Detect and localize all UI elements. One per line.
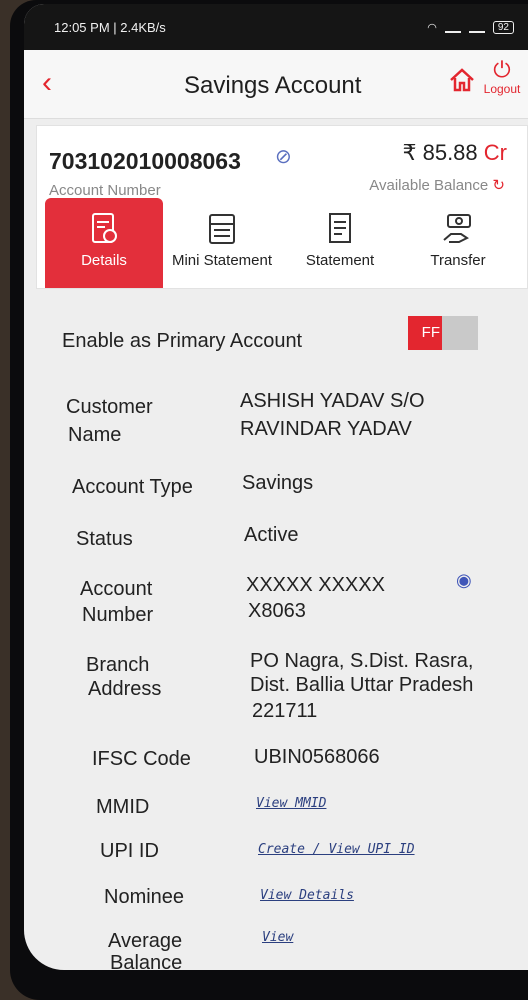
power-icon: ⏻ xyxy=(493,57,511,82)
average-balance-label-1: Average xyxy=(108,930,183,952)
status-value: Active xyxy=(244,524,299,546)
details-icon xyxy=(92,213,117,243)
primary-account-label: Enable as Primary Account xyxy=(62,330,303,352)
customer-name-label-2: Name xyxy=(68,424,122,446)
document-icon xyxy=(329,213,351,243)
upi-label: UPI ID xyxy=(100,840,159,862)
app-screen: 12:05 PM | 2.4KB/s ◠ 92 ‹ Savings Accoun… xyxy=(24,4,528,970)
customer-name-value-1: ASHISH YADAV S/O xyxy=(240,390,425,412)
account-number-masked-2: X8063 xyxy=(248,600,306,622)
app-header: ‹ Savings Account ⏻ Logout xyxy=(24,50,528,119)
account-number-row-label-1: Account xyxy=(80,578,153,600)
tab-mini-statement-label: Mini Statement xyxy=(171,252,273,269)
primary-account-toggle[interactable]: FF xyxy=(408,316,478,350)
nominee-label: Nominee xyxy=(104,886,185,908)
account-tabs: Details Mini Statement Statement Transfe… xyxy=(45,198,527,288)
home-icon[interactable] xyxy=(448,66,476,94)
balance-unit: Cr xyxy=(483,140,507,165)
account-type-value: Savings xyxy=(242,472,314,494)
customer-name-value-2: RAVINDAR YADAV xyxy=(240,418,412,440)
customer-name-label-1: Customer xyxy=(66,396,153,418)
money-hand-icon xyxy=(443,214,471,243)
branch-address-1: PO Nagra, S.Dist. Rasra, xyxy=(250,650,474,672)
branch-label-2: Address xyxy=(88,678,162,700)
phone-frame: 12:05 PM | 2.4KB/s ◠ 92 ‹ Savings Accoun… xyxy=(10,0,528,1000)
account-type-label: Account Type xyxy=(72,476,193,498)
create-view-upi-link[interactable]: Create / View UPI ID xyxy=(258,842,415,857)
account-card: 703102010008063 ⊘ Account Number ₹ 85.88… xyxy=(36,125,528,289)
branch-label-1: Branch xyxy=(86,654,150,676)
toggle-knob xyxy=(442,316,478,350)
toggle-off-label: FF xyxy=(408,316,442,350)
balance-label: Available Balance xyxy=(369,177,489,194)
branch-address-3: 221711 xyxy=(252,700,318,722)
signal-icon-2 xyxy=(468,21,485,33)
tab-transfer-label: Transfer xyxy=(430,252,486,269)
logout-button[interactable]: ⏻ Logout xyxy=(478,57,526,97)
status-label: Status xyxy=(76,528,133,550)
back-arrow-icon[interactable]: ‹ xyxy=(42,66,52,100)
view-mmid-link[interactable]: View MMID xyxy=(256,796,326,811)
eye-off-icon[interactable]: ⊘ xyxy=(275,144,292,169)
logout-label: Logout xyxy=(483,82,521,96)
calculator-icon xyxy=(209,214,235,244)
eye-icon[interactable]: ◉ xyxy=(456,570,472,591)
status-icons: ◠ 92 xyxy=(427,20,514,34)
balance-label-row: Available Balance ↻ xyxy=(369,176,505,194)
signal-icon xyxy=(444,21,461,33)
account-number-row-label-2: Number xyxy=(82,604,154,626)
tab-mini-statement[interactable]: Mini Statement xyxy=(163,198,281,288)
account-number: 703102010008063 xyxy=(49,148,241,174)
ifsc-label: IFSC Code xyxy=(92,748,191,770)
account-number-masked-1: XXXXX XXXXX xyxy=(246,574,385,596)
tab-transfer[interactable]: Transfer xyxy=(399,198,517,288)
status-time: 12:05 PM | 2.4KB/s xyxy=(54,19,166,35)
battery-icon: 92 xyxy=(492,20,514,34)
average-balance-label-2: Balance xyxy=(110,952,183,970)
available-balance: ₹ 85.88 Cr xyxy=(402,140,507,166)
tab-details[interactable]: Details xyxy=(45,198,163,288)
refresh-icon[interactable]: ↻ xyxy=(492,177,505,194)
ifsc-value: UBIN0568066 xyxy=(254,746,380,768)
wifi-icon: ◠ xyxy=(427,21,437,34)
status-bar: 12:05 PM | 2.4KB/s ◠ 92 xyxy=(24,4,528,50)
tab-details-label: Details xyxy=(81,252,127,269)
view-average-balance-link[interactable]: View xyxy=(262,930,293,945)
page-title: Savings Account xyxy=(184,72,362,99)
view-nominee-link[interactable]: View Details xyxy=(260,888,354,903)
balance-value: ₹ 85.88 xyxy=(402,140,478,165)
mmid-label: MMID xyxy=(96,796,150,818)
account-number-label: Account Number xyxy=(49,182,161,199)
tab-statement[interactable]: Statement xyxy=(281,198,399,288)
tab-statement-label: Statement xyxy=(305,252,375,269)
branch-address-2: Dist. Ballia Uttar Pradesh xyxy=(250,674,474,696)
